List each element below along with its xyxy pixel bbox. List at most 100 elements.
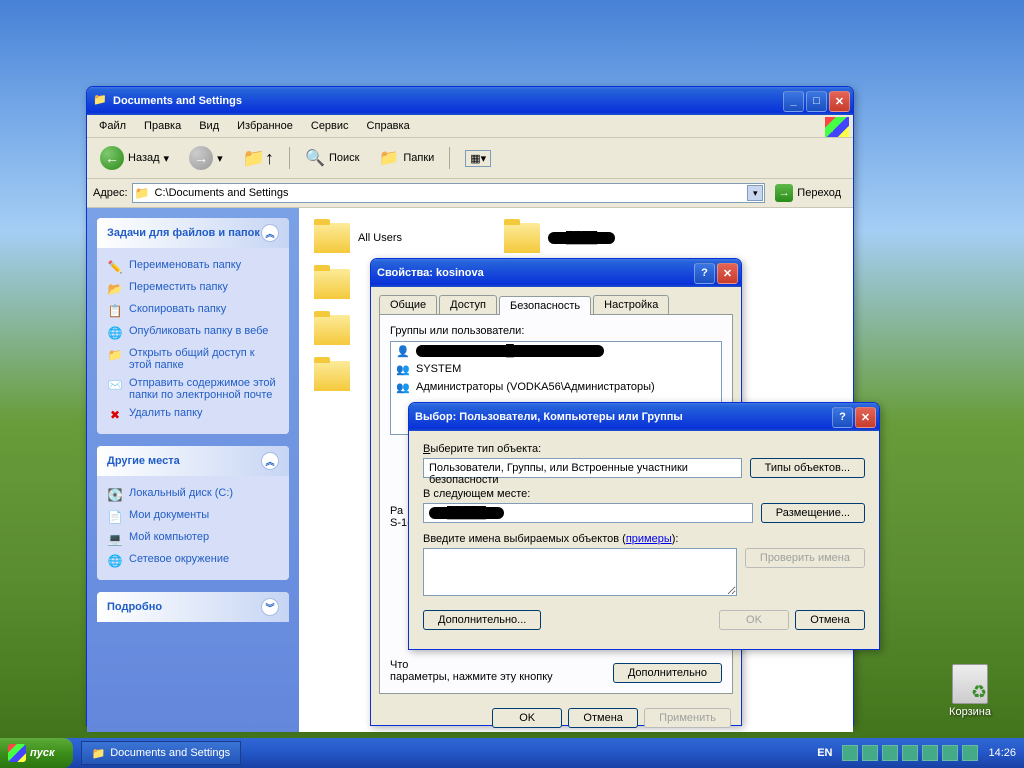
address-input[interactable] [132, 183, 766, 203]
folders-button[interactable]: 📁Папки [372, 144, 441, 172]
separator [449, 147, 450, 169]
toolbar: ←Назад ▾ →▾ 📁↑ 🔍Поиск 📁Папки ▦▾ [87, 138, 853, 179]
properties-title: Свойства: kosinova [377, 267, 484, 279]
local-disk-link[interactable]: 💽Локальный диск (C:) [107, 484, 279, 506]
move-icon: 📂 [107, 281, 123, 297]
language-indicator[interactable]: EN [811, 747, 838, 759]
location-field: █████ [423, 503, 753, 523]
share-folder-link[interactable]: 📁Открыть общий доступ к этой папке [107, 344, 279, 374]
up-button[interactable]: 📁↑ [236, 144, 281, 173]
recycle-bin[interactable]: Корзина [940, 664, 1000, 718]
my-documents-link[interactable]: 📄Мои документы [107, 506, 279, 528]
tab-general[interactable]: Общие [379, 295, 437, 314]
select-titlebar[interactable]: Выбор: Пользователи, Компьютеры или Груп… [409, 403, 879, 431]
tab-security[interactable]: Безопасность [499, 296, 591, 315]
separator [289, 147, 290, 169]
explorer-title: Documents and Settings [113, 95, 242, 107]
forward-button[interactable]: →▾ [182, 142, 230, 174]
menu-help[interactable]: Справка [359, 117, 418, 135]
menubar: Файл Правка Вид Избранное Сервис Справка [87, 115, 853, 138]
help-button[interactable]: ? [832, 407, 853, 428]
disk-icon: 💽 [107, 487, 123, 503]
ok-button[interactable]: OK [492, 708, 562, 728]
other-places-panel: Другие места︽ 💽Локальный диск (C:) 📄Мои … [97, 446, 289, 580]
other-places-header[interactable]: Другие места︽ [97, 446, 289, 476]
apply-button[interactable]: Применить [644, 708, 731, 728]
ok-button[interactable]: OK [719, 610, 789, 630]
rename-icon: ✏️ [107, 259, 123, 275]
user-item-system[interactable]: 👥SYSTEM [391, 360, 721, 378]
location-button[interactable]: Размещение... [761, 503, 865, 523]
menu-favorites[interactable]: Избранное [229, 117, 301, 135]
publish-folder-link[interactable]: 🌐Опубликовать папку в вебе [107, 322, 279, 344]
examples-link[interactable]: примеры [626, 533, 672, 545]
menu-edit[interactable]: Правка [136, 117, 189, 135]
taskbar-app[interactable]: 📁 Documents and Settings [81, 741, 242, 765]
names-input[interactable] [423, 548, 737, 596]
tray-icon[interactable] [922, 745, 938, 761]
views-button[interactable]: ▦▾ [458, 146, 498, 171]
network-link[interactable]: 🌐Сетевое окружение [107, 550, 279, 572]
tab-sharing[interactable]: Доступ [439, 295, 497, 314]
folder-icon [314, 361, 350, 391]
folders-icon: 📁 [379, 148, 399, 168]
back-button[interactable]: ←Назад ▾ [93, 142, 176, 174]
close-button[interactable]: ✕ [855, 407, 876, 428]
details-header[interactable]: Подробно︾ [97, 592, 289, 622]
cancel-button[interactable]: Отмена [568, 708, 638, 728]
tray-icon[interactable] [942, 745, 958, 761]
go-arrow-icon: → [775, 184, 793, 202]
move-folder-link[interactable]: 📂Переместить папку [107, 278, 279, 300]
user-item-redacted[interactable]: 👤█ [391, 342, 721, 360]
menu-view[interactable]: Вид [191, 117, 227, 135]
rename-folder-link[interactable]: ✏️Переименовать папку [107, 256, 279, 278]
names-label: Введите имена выбираемых объектов (приме… [423, 533, 865, 545]
folder-icon [314, 315, 350, 345]
object-types-button[interactable]: Типы объектов... [750, 458, 865, 478]
help-button[interactable]: ? [694, 263, 715, 284]
minimize-button[interactable]: _ [783, 91, 804, 112]
maximize-button[interactable]: □ [806, 91, 827, 112]
share-icon: 📁 [107, 347, 123, 363]
check-names-button[interactable]: Проверить имена [745, 548, 865, 568]
address-dropdown[interactable]: ▾ [747, 185, 763, 201]
close-button[interactable]: ✕ [829, 91, 850, 112]
file-tasks-panel: Задачи для файлов и папок︽ ✏️Переименова… [97, 218, 289, 434]
folder-redacted[interactable]: ████ [501, 220, 671, 256]
forward-arrow-icon: → [189, 146, 213, 170]
back-arrow-icon: ← [100, 146, 124, 170]
menu-file[interactable]: Файл [91, 117, 134, 135]
clock[interactable]: 14:26 [988, 747, 1016, 759]
tray-icon[interactable] [862, 745, 878, 761]
properties-buttons: OK Отмена Применить [371, 702, 741, 734]
properties-titlebar[interactable]: Свойства: kosinova ? ✕ [371, 259, 741, 287]
select-users-dialog: Выбор: Пользователи, Компьютеры или Груп… [408, 402, 880, 650]
menu-tools[interactable]: Сервис [303, 117, 357, 135]
chevron-up-icon: ︽ [261, 224, 279, 242]
tray-icon[interactable] [882, 745, 898, 761]
search-button[interactable]: 🔍Поиск [298, 144, 366, 172]
folder-all-users[interactable]: All Users [311, 220, 481, 256]
copy-folder-link[interactable]: 📋Скопировать папку [107, 300, 279, 322]
system-tray: EN 14:26 [803, 738, 1024, 768]
chevron-down-icon: ︾ [261, 598, 279, 616]
close-button[interactable]: ✕ [717, 263, 738, 284]
delete-folder-link[interactable]: ✖Удалить папку [107, 404, 279, 426]
tab-customize[interactable]: Настройка [593, 295, 669, 314]
additional-button[interactable]: Дополнительно [613, 663, 722, 683]
start-button[interactable]: пуск [0, 738, 73, 768]
tray-icon[interactable] [842, 745, 858, 761]
copy-icon: 📋 [107, 303, 123, 319]
cancel-button[interactable]: Отмена [795, 610, 865, 630]
object-type-field: Пользователи, Группы, или Встроенные уча… [423, 458, 742, 478]
email-folder-link[interactable]: ✉️Отправить содержимое этой папки по эле… [107, 374, 279, 404]
explorer-titlebar[interactable]: 📁 Documents and Settings _ □ ✕ [87, 87, 853, 115]
go-button[interactable]: →Переход [769, 182, 847, 204]
tray-icon[interactable] [962, 745, 978, 761]
user-item-admins[interactable]: 👥Администраторы (VODKA56\Администраторы) [391, 378, 721, 396]
my-computer-link[interactable]: 💻Мой компьютер [107, 528, 279, 550]
advanced-button[interactable]: Дополнительно... [423, 610, 541, 630]
address-bar: Адрес: 📁 ▾ →Переход [87, 179, 853, 208]
file-tasks-header[interactable]: Задачи для файлов и папок︽ [97, 218, 289, 248]
tray-icon[interactable] [902, 745, 918, 761]
